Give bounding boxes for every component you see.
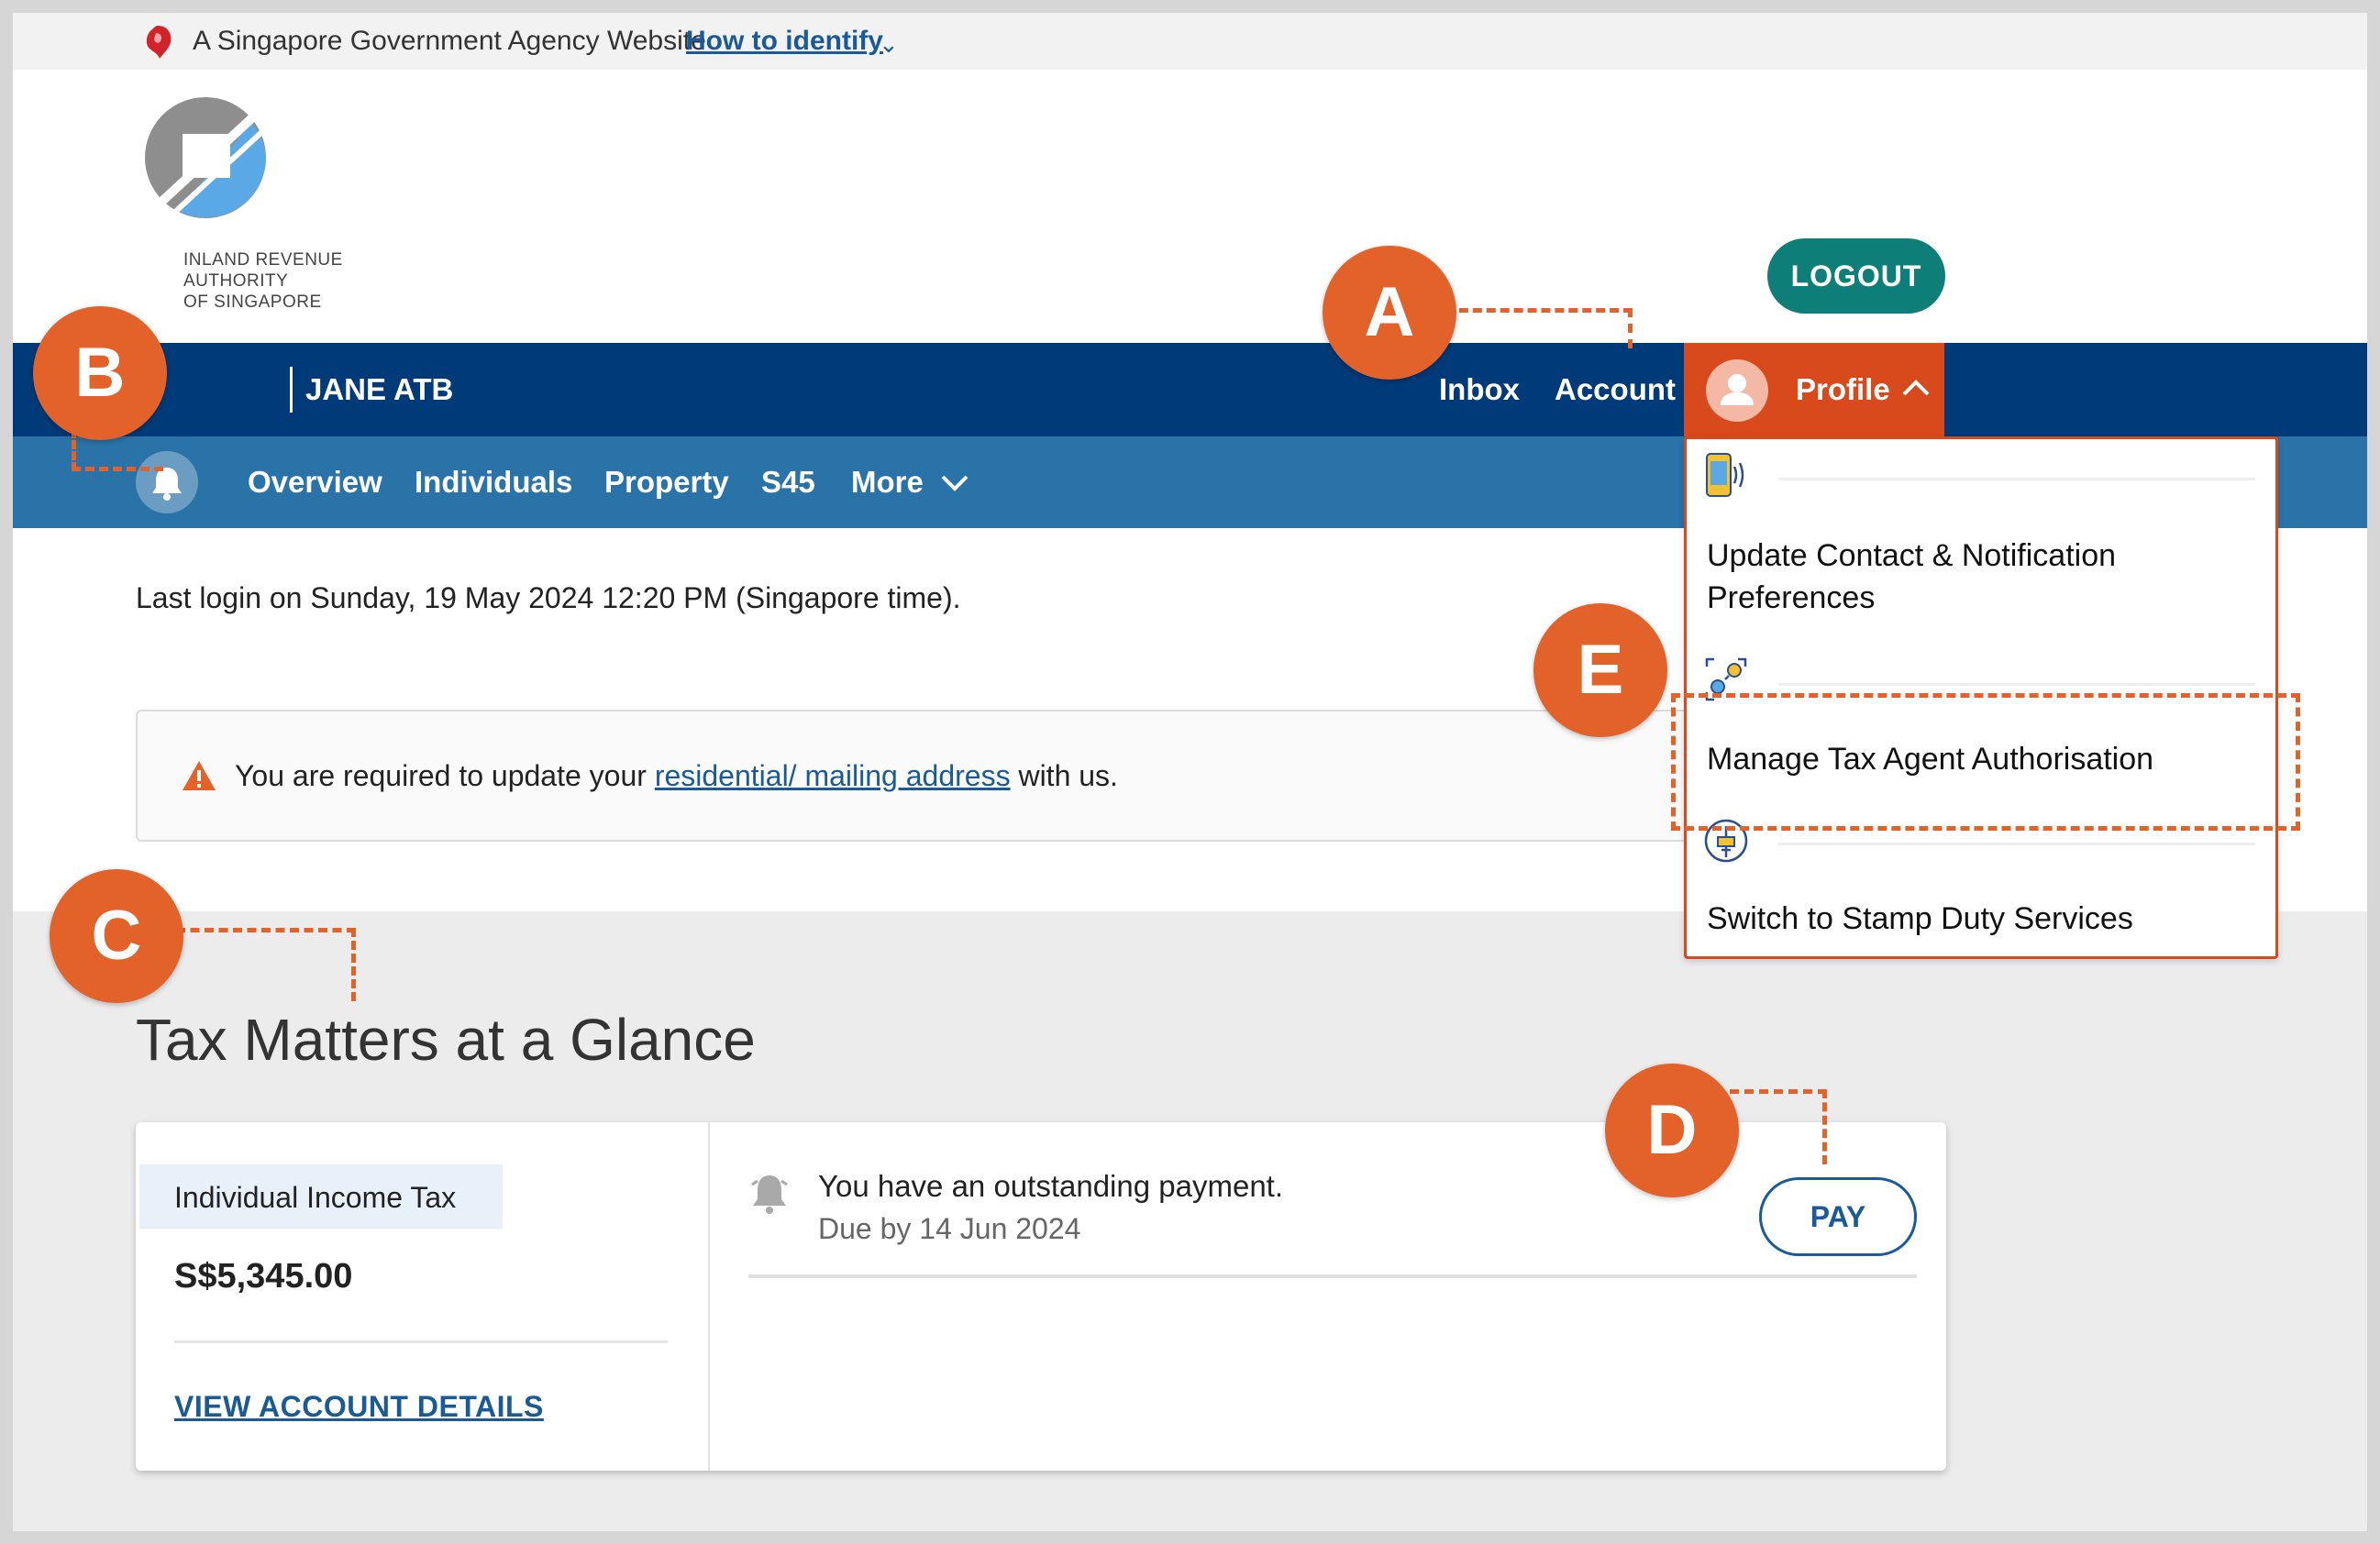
site-header: INLAND REVENUE AUTHORITY OF SINGAPORE LO… [13,70,2367,343]
logo-line-3: OF SINGAPORE [183,292,322,312]
gov-banner: A Singapore Government Agency Website Ho… [13,13,2367,70]
alert-prefix: You are required to update your [235,759,655,792]
divider [1778,843,2255,845]
alert-message: You are required to update your resident… [235,754,1118,798]
subnav-s45[interactable]: S45 [761,459,815,505]
divider [748,1274,1917,1278]
address-alert: You are required to update your resident… [136,710,1695,842]
tax-amount: S$5,345.00 [174,1257,353,1296]
annotation-connector-d [1730,1089,1827,1164]
divider [1778,478,2255,480]
divider [1778,683,2255,686]
chevron-down-icon[interactable]: ⌄ [879,26,899,62]
bell-icon [751,1175,788,1214]
page-title: Tax Matters at a Glance [136,1007,756,1073]
annotation-highlight-box [1671,693,2300,831]
address-link[interactable]: residential/ mailing address [655,759,1011,792]
nav-inbox[interactable]: Inbox [1439,367,1520,413]
nav-account[interactable]: Account [1555,367,1676,413]
annotation-badge-e: E [1533,603,1667,737]
menu-item-label: Switch to Stamp Duty Services [1707,901,2133,936]
phone-notification-icon [1706,453,1744,497]
annotation-badge-b: B [33,306,167,440]
user-name: JANE ATB [290,367,453,413]
annotation-badge-d: D [1605,1064,1739,1197]
singapore-lion-icon [146,26,172,59]
divider [174,1340,668,1343]
profile-label: Profile [1796,372,1890,406]
menu-item-stamp-duty[interactable]: Switch to Stamp Duty Services [1707,898,2133,940]
menu-item-label: Preferences [1707,580,1876,615]
payment-title: You have an outstanding payment. [818,1169,1284,1203]
view-account-details-link[interactable]: VIEW ACCOUNT DETAILS [174,1384,544,1428]
how-to-identify-link[interactable]: How to identify [686,20,883,62]
avatar [1706,359,1768,422]
warning-icon [183,761,216,790]
user-icon [1721,374,1754,405]
gov-banner-text: A Singapore Government Agency Website [193,26,706,56]
pay-button[interactable]: PAY [1759,1177,1917,1256]
iras-logo[interactable] [141,86,279,224]
tax-card-summary: Individual Income Tax S$5,345.00 VIEW AC… [136,1122,710,1471]
menu-item-update-contact[interactable]: Update Contact & Notification Preference… [1707,535,2116,619]
logout-button[interactable]: LOGOUT [1767,238,1945,314]
chevron-down-icon[interactable] [939,469,970,497]
annotation-badge-c: C [50,869,183,1003]
subnav-property[interactable]: Property [604,459,729,505]
last-login-text: Last login on Sunday, 19 May 2024 12:20 … [136,581,961,614]
logo-line-1: INLAND REVENUE [183,250,343,270]
logo-line-2: AUTHORITY [183,271,289,291]
annotation-badge-a: A [1323,246,1456,380]
top-nav: JANE ATB Inbox Account Profile [13,343,2367,436]
subnav-individuals[interactable]: Individuals [415,459,572,505]
subnav-overview[interactable]: Overview [248,459,382,505]
screenshot-frame: A Singapore Government Agency Website Ho… [13,13,2367,1531]
chevron-up-icon [1902,380,1930,396]
alert-suffix: with us. [1010,759,1118,792]
annotation-connector-c [176,928,356,1001]
payment-due-date: Due by 14 Jun 2024 [818,1212,1081,1245]
profile-tab[interactable]: Profile [1684,343,1944,436]
subnav-more[interactable]: More [851,459,924,505]
logo-text: INLAND REVENUE AUTHORITY OF SINGAPORE [183,249,343,313]
annotation-connector-a [1445,308,1633,348]
menu-item-label: Update Contact & Notification [1707,538,2117,573]
tax-type-label: Individual Income Tax [174,1181,457,1214]
